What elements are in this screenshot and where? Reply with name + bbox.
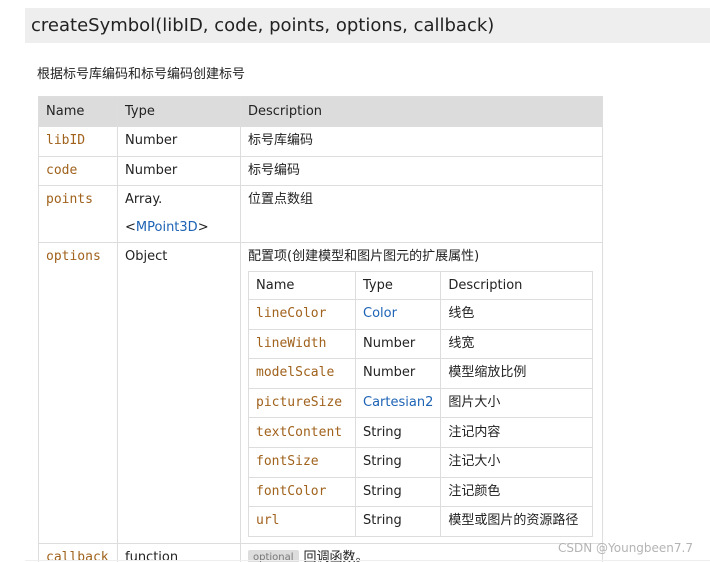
method-description: 根据标号库编码和标号编码创建标号 <box>37 67 246 82</box>
cartesian2-type-link[interactable]: Cartesian2 <box>363 395 433 410</box>
option-name: textContent <box>256 424 343 440</box>
option-row-linewidth: lineWidth Number 线宽 <box>248 328 593 360</box>
option-description: 模型缩放比例 <box>448 365 527 381</box>
option-description: 图片大小 <box>448 395 501 411</box>
header-name: Name <box>38 96 118 127</box>
param-description: 配置项(创建模型和图片图元的扩展属性) <box>248 249 480 264</box>
option-name: url <box>256 513 280 529</box>
mpoint3d-type-link[interactable]: MPoint3D <box>136 220 198 235</box>
option-type: Number <box>363 335 416 351</box>
param-name: points <box>46 192 93 207</box>
option-description: 线色 <box>448 306 475 322</box>
option-row-textcontent: textContent String 注记内容 <box>248 417 593 448</box>
param-type: Number <box>125 162 178 178</box>
param-name: code <box>46 162 78 178</box>
option-name: pictureSize <box>256 395 343 411</box>
csdn-watermark: CSDN @Youngbeen7.7 <box>557 541 693 555</box>
sub-header-type: Type <box>354 271 442 300</box>
option-type: String <box>363 483 402 499</box>
params-table: Name Type Description libID Number 标号库编码… <box>38 96 603 562</box>
option-name: lineColor <box>256 306 327 322</box>
option-description: 注记大小 <box>448 454 501 470</box>
option-type: String <box>363 513 402 529</box>
option-name: lineWidth <box>256 335 327 351</box>
option-type: String <box>363 424 402 440</box>
option-type: String <box>363 454 402 470</box>
param-type-suffix: > <box>197 220 209 235</box>
option-description: 模型或图片的资源路径 <box>448 513 579 529</box>
param-description: 标号库编码 <box>248 133 314 148</box>
param-name: options <box>46 249 101 264</box>
method-signature: createSymbol(libID, code, points, option… <box>25 8 710 43</box>
doc-page: createSymbol(libID, code, points, option… <box>0 0 710 562</box>
option-description: 线宽 <box>448 335 475 351</box>
color-type-link[interactable]: Color <box>363 306 397 321</box>
sub-header-name: Name <box>248 271 356 300</box>
param-row-code: code Number 标号编码 <box>38 155 603 186</box>
options-header-row: Name Type Description <box>248 271 593 300</box>
option-row-fontsize: fontSize String 注记大小 <box>248 446 593 478</box>
param-type: Object <box>125 249 168 264</box>
option-name: fontSize <box>256 454 319 470</box>
param-row-libid: libID Number 标号库编码 <box>38 126 603 157</box>
option-name: fontColor <box>256 483 327 499</box>
option-description: 注记内容 <box>448 424 501 440</box>
param-type: Number <box>125 133 178 148</box>
option-name: modelScale <box>256 365 335 381</box>
option-row-picturesize: pictureSize Cartesian2 图片大小 <box>248 387 593 419</box>
divider <box>25 560 710 561</box>
options-subtable: Name Type Description lineColor Color 线色 <box>248 271 593 537</box>
option-row-url: url String 模型或图片的资源路径 <box>248 506 593 537</box>
param-row-options: options Object 配置项(创建模型和图片图元的扩展属性) Name … <box>38 242 603 544</box>
option-row-modelscale: modelScale Number 模型缩放比例 <box>248 358 593 389</box>
sub-header-description: Description <box>440 271 593 300</box>
param-name: libID <box>46 133 86 148</box>
option-row-fontcolor: fontColor String 注记颜色 <box>248 476 593 508</box>
option-row-linecolor: lineColor Color 线色 <box>248 299 593 330</box>
param-description: 位置点数组 <box>248 192 314 207</box>
params-header-row: Name Type Description <box>38 96 603 127</box>
option-description: 注记颜色 <box>448 483 501 499</box>
header-type: Type <box>117 96 241 127</box>
param-row-points: points Array.<MPoint3D> 位置点数组 <box>38 185 603 243</box>
option-type: Number <box>363 365 416 381</box>
header-description: Description <box>240 96 603 127</box>
param-description: 标号编码 <box>248 162 301 178</box>
